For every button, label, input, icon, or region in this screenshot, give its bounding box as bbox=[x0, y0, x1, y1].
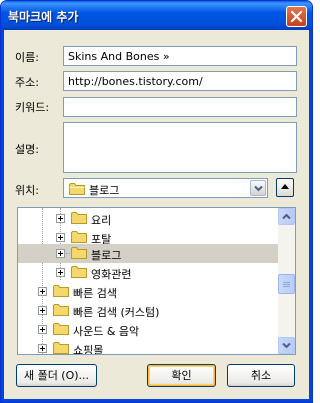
chevron-up-icon bbox=[282, 213, 291, 220]
tree-item-quick-search[interactable]: 빠른 검색 bbox=[18, 282, 278, 301]
expand-toggle[interactable] bbox=[56, 214, 65, 223]
description-label: 설명: bbox=[15, 143, 39, 156]
expand-toggle[interactable] bbox=[56, 233, 65, 242]
scroll-up-button[interactable] bbox=[278, 208, 295, 225]
location-label: 위치: bbox=[15, 184, 39, 197]
expand-toggle[interactable] bbox=[56, 249, 65, 258]
collapse-tree-button[interactable] bbox=[276, 178, 294, 197]
new-folder-button[interactable]: 새 폴더 (O)... bbox=[16, 364, 97, 387]
folder-icon bbox=[71, 212, 87, 224]
address-field[interactable]: http://bones.tistory.com/ bbox=[63, 71, 297, 91]
folder-icon bbox=[71, 266, 87, 278]
expand-toggle[interactable] bbox=[38, 344, 47, 353]
keyword-label: 키워드: bbox=[15, 101, 50, 114]
folder-icon bbox=[53, 285, 69, 297]
window-frame-bottom bbox=[1, 399, 312, 402]
expand-toggle[interactable] bbox=[38, 306, 47, 315]
window-title: 북마크에 추가 bbox=[8, 10, 79, 24]
tree-item-label: 쇼핑몰 bbox=[73, 344, 104, 355]
description-field[interactable] bbox=[63, 122, 297, 173]
window-frame-right bbox=[309, 30, 312, 402]
tree-item-cooking[interactable]: 요리 bbox=[18, 209, 278, 228]
tree-scrollbar[interactable] bbox=[278, 208, 295, 354]
expand-toggle[interactable] bbox=[38, 325, 47, 334]
title-bar[interactable]: 북마크에 추가 bbox=[1, 1, 312, 30]
folder-icon bbox=[53, 342, 69, 354]
tree-item-label: 요리 bbox=[91, 214, 112, 227]
keyword-field[interactable] bbox=[63, 97, 297, 117]
chevron-down-icon bbox=[254, 185, 263, 192]
tree-item-label: 빠른 검색 bbox=[73, 287, 117, 300]
chevron-up-icon bbox=[281, 184, 289, 189]
folder-tree[interactable]: 요리 포탈 블로그 영화관련 빠른 검색 빠른 검색 (커스텀) 사운드 & 음… bbox=[17, 207, 296, 355]
folder-icon bbox=[71, 247, 87, 259]
name-label: 이름: bbox=[15, 51, 39, 64]
tree-item-quick-search-custom[interactable]: 빠른 검색 (커스텀) bbox=[18, 301, 278, 320]
close-icon bbox=[290, 10, 303, 23]
location-value: 블로그 bbox=[89, 184, 120, 197]
expand-toggle[interactable] bbox=[56, 268, 65, 277]
tree-item-shopping[interactable]: 쇼핑몰 bbox=[18, 339, 278, 355]
window-frame-left bbox=[1, 30, 4, 402]
name-field[interactable]: Skins And Bones » bbox=[63, 46, 297, 66]
scroll-thumb[interactable] bbox=[278, 274, 295, 294]
location-dropdown-button[interactable] bbox=[250, 180, 266, 196]
tree-item-sound-music[interactable]: 사운드 & 음악 bbox=[18, 320, 278, 339]
folder-icon bbox=[69, 183, 85, 195]
folder-icon bbox=[53, 304, 69, 316]
tree-item-label: 빠른 검색 (커스텀) bbox=[73, 306, 160, 319]
folder-icon bbox=[71, 231, 87, 243]
ok-button[interactable]: 확인 bbox=[147, 364, 216, 387]
close-button[interactable] bbox=[286, 6, 307, 27]
tree-item-movies[interactable]: 영화관련 bbox=[18, 263, 278, 282]
tree-item-label: 사운드 & 음악 bbox=[73, 325, 140, 338]
scroll-down-button[interactable] bbox=[278, 337, 295, 354]
tree-item-blog[interactable]: 블로그 bbox=[18, 244, 278, 263]
expand-toggle[interactable] bbox=[38, 287, 47, 296]
add-bookmark-dialog: 북마크에 추가 이름: Skins And Bones » 주소: http:/… bbox=[0, 0, 313, 403]
address-label: 주소: bbox=[15, 76, 39, 89]
location-dropdown[interactable]: 블로그 bbox=[63, 178, 268, 198]
tree-item-label: 블로그 bbox=[91, 249, 122, 262]
cancel-button[interactable]: 취소 bbox=[227, 364, 295, 387]
tree-item-label: 영화관련 bbox=[91, 268, 132, 281]
chevron-down-icon bbox=[282, 342, 291, 349]
folder-icon bbox=[53, 323, 69, 335]
